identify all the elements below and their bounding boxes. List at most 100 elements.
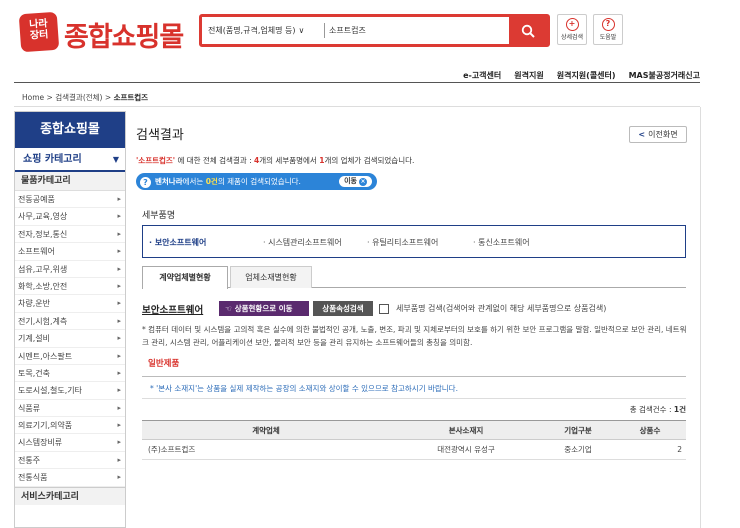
sidebar-item[interactable]: 소프트웨어 ▸ [15,243,125,261]
col-vendor[interactable]: 계약업체 [142,420,390,440]
chevron-right-icon: ▸ [117,368,121,377]
question-icon: ? [601,18,615,31]
tab-vendor-location[interactable]: 업체소재별현황 [230,266,312,288]
breadcrumb-sep: > [104,93,112,102]
sidebar-item[interactable]: 사무,교육,영상 ▸ [15,208,125,226]
subcategory-security[interactable]: · 보안소프트웨어 [149,237,206,248]
chevron-right-icon: ▸ [117,264,121,273]
breadcrumb-home[interactable]: Home [22,93,44,102]
sidebar-item-label: 차량,운반 [18,299,50,309]
results-table: 계약업체 본사소재지 기업구분 상품수 (주)소프트컵즈 대전광역시 유성구 중… [142,420,686,460]
product-description: * 컴퓨터 데이터 및 시스템을 고의적 혹은 실수에 의한 불법적인 공개, … [142,325,687,347]
sidebar-item[interactable]: 전통식품 ▸ [15,469,125,487]
category-list: 전동공예품 ▸ 사무,교육,영상 ▸ 전자,정보,통신 ▸ 소프트웨어 ▸ 섬유,고무,… [15,191,125,487]
col-company-type[interactable]: 기업구분 [542,420,614,440]
sidebar: 종합쇼핑몰 쇼핑 카테고리 ▼ 물품카테고리 전동공예품 ▸ 사무,교육,영상 ▸ … [14,111,126,528]
attribute-search-button[interactable]: 상품속성검색 [313,301,373,316]
chevron-right-icon: ▸ [117,351,121,360]
sidebar-item-label: 전통주 [18,455,41,465]
total-value: 1건 [673,405,686,414]
sidebar-item[interactable]: 도로시설,철도,기타 ▸ [15,382,125,400]
sidebar-item-label: 전동공예품 [18,195,55,204]
chevron-right-icon: ▸ [117,455,121,464]
info-icon: ? [140,177,151,188]
venture-nara-banner: ? 벤처나라에서는 0건의 제품이 검색되었습니다. 이동 × [136,173,377,190]
company-type: 중소기업 [542,439,614,460]
breadcrumb-sep: > [46,93,53,102]
topnav-e-customer[interactable]: e-고객센터 [463,70,501,81]
sidebar-item-label: 식품류 [18,403,41,413]
goods-category-header: 물품카테고리 [15,172,125,191]
chevron-right-icon: ▸ [117,334,121,343]
sidebar-item-label: 섬유,고무,위생 [18,264,68,274]
section-label: 세부품명 [142,211,176,221]
product-name[interactable]: 보안소프트웨어 [142,302,203,316]
venture-name: 벤처나라 [155,177,183,186]
sidebar-item-label: 의료기기,의약품 [18,421,73,431]
divider [142,376,686,377]
chevron-right-icon: ▸ [117,316,121,325]
help-button[interactable]: ? 도움말 [593,14,623,45]
product-count[interactable]: 2 [614,439,686,460]
subcategory-communication[interactable]: · 통신소프트웨어 [473,237,530,248]
magnifier-plus-icon: + [565,18,579,31]
chevron-right-icon: ▸ [117,386,121,395]
product-status-button[interactable]: ☜ 상품현황으로 이동 [219,301,309,316]
chevron-down-icon: ∨ [298,26,305,35]
logo[interactable]: 나라 장터 종합쇼핑몰 [18,11,184,53]
breadcrumb-current: 소프트컵즈 [113,93,149,102]
sidebar-item[interactable]: 시멘트,아스팔트 ▸ [15,348,125,365]
sidebar-item[interactable]: 전통주 ▸ [15,452,125,470]
venture-go-button[interactable]: 이동 × [339,176,372,187]
top-nav: e-고객센터 원격지원 원격지원(콜센터) MAS불공정거래신고 [450,70,700,81]
shopping-category-toggle[interactable]: 쇼핑 카테고리 ▼ [15,148,125,172]
topnav-mas-report[interactable]: MAS불공정거래신고 [629,70,700,81]
tab-contract-vendor[interactable]: 계약업체별현황 [142,266,228,289]
sidebar-item[interactable]: 기계,설비 ▸ [15,330,125,348]
venture-text: 에서는 [182,177,206,186]
sidebar-item[interactable]: 섬유,고무,위생 ▸ [15,261,125,278]
sidebar-item-label: 소프트웨어 [18,247,55,257]
caret-down-icon: ▼ [112,155,119,164]
sidebar-item[interactable]: 전동공예품 ▸ [15,191,125,209]
divider [700,107,701,528]
chevron-left-icon: < [638,130,646,139]
subcategory-search-checkbox[interactable] [379,304,389,314]
total-label: 총 검색건수 : [629,405,674,414]
col-hq-location[interactable]: 본사소재지 [390,420,542,440]
divider [142,398,686,399]
chevron-right-icon: ▸ [117,473,121,482]
detail-search-button[interactable]: + 상세검색 [557,14,587,45]
summary-text: 개의 세부품명에서 [259,156,320,165]
sidebar-item[interactable]: 전기,시험,계측 ▸ [15,313,125,331]
search-button[interactable] [509,17,547,44]
topnav-remote-callcenter[interactable]: 원격지원(콜센터) [557,70,616,81]
back-button[interactable]: < 이전화면 [629,126,687,143]
sidebar-item[interactable]: 전자,정보,통신 ▸ [15,226,125,244]
topnav-remote[interactable]: 원격지원 [514,70,543,81]
col-product-count[interactable]: 상품수 [614,420,686,440]
sidebar-item[interactable]: 차량,운반 ▸ [15,295,125,313]
detail-search-label: 상세검색 [560,34,584,41]
chevron-right-icon: ▸ [117,247,121,256]
subcategory-box: · 보안소프트웨어 · 시스템관리소프트웨어 · 유틸리티소프트웨어 · 통신소… [142,225,686,258]
sidebar-item[interactable]: 화학,소방,안전 ▸ [15,278,125,296]
sidebar-item-label: 화학,소방,안전 [18,281,68,291]
search-input[interactable]: 소프트컵즈 [329,17,366,44]
search-category-label: 전체(품명,규격,업체명 등) [208,26,296,35]
subcategory-utility[interactable]: · 유틸리티소프트웨어 [367,237,438,248]
tab-bar: 계약업체별현황 업체소재별현황 [142,266,686,289]
breadcrumb-search-all[interactable]: 검색결과(전체) [55,93,102,102]
sidebar-item[interactable]: 식품류 ▸ [15,400,125,418]
vendor-name[interactable]: (주)소프트컵즈 [142,439,390,460]
subcategory-system-mgmt[interactable]: · 시스템관리소프트웨어 [263,237,342,248]
search-summary: '소프트컵즈' 에 대한 전체 검색결과 : 4개의 세부품명에서 1개의 업체… [136,155,414,166]
search-category-select[interactable]: 전체(품명,규격,업체명 등) ∨ [208,17,304,44]
summary-query: 소프트컵즈 [138,156,173,165]
sidebar-item[interactable]: 의료기기,의약품 ▸ [15,417,125,435]
logo-text: 종합쇼핑몰 [64,22,184,53]
sidebar-item-label: 전자,정보,통신 [18,229,68,239]
sidebar-item[interactable]: 토목,건축 ▸ [15,365,125,383]
sidebar-item[interactable]: 시스템장비류 ▸ [15,434,125,452]
venture-text: 의 제품이 검색되었습니다. [217,177,301,186]
